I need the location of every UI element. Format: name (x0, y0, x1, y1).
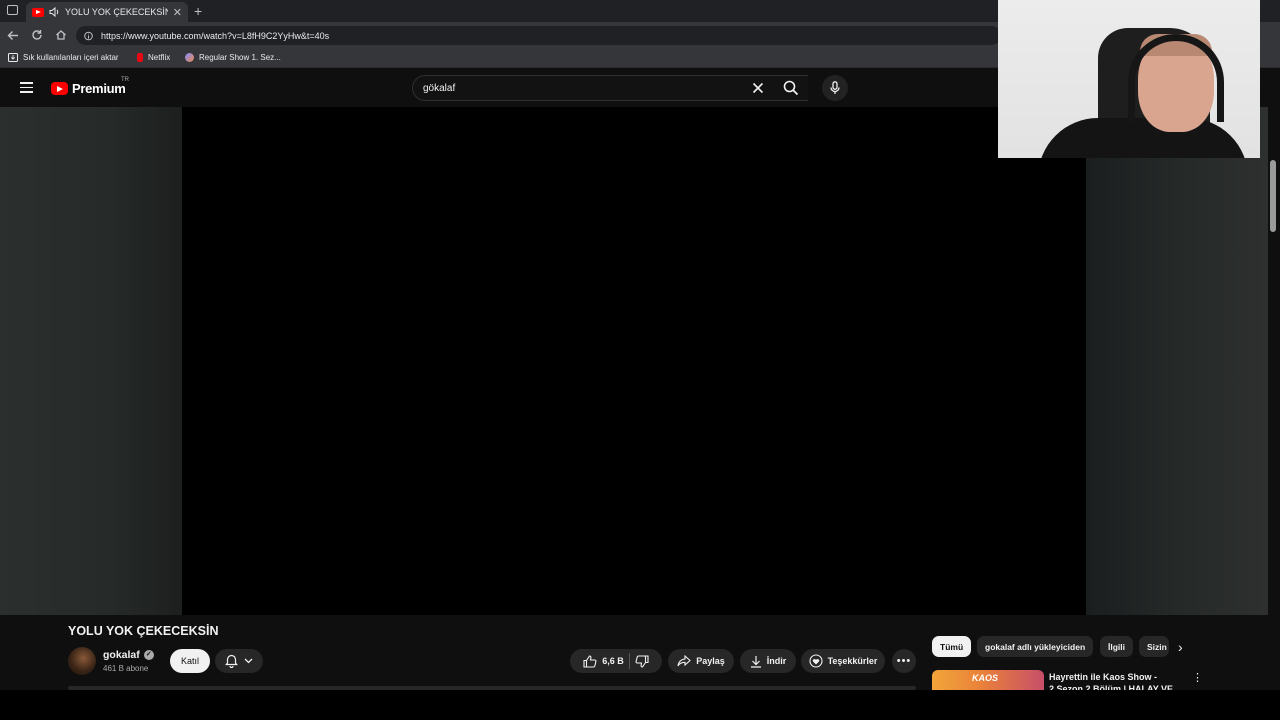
screen-bottom-edge (0, 690, 1280, 720)
bookmark-regular-show[interactable]: Regular Show 1. Sez... (185, 53, 281, 62)
search-icon (783, 80, 799, 96)
search-button[interactable] (772, 75, 810, 101)
site-icon (185, 53, 194, 62)
thumbs-up-icon (583, 654, 597, 668)
reload-icon[interactable] (31, 29, 43, 41)
channel-name-text[interactable]: gokalaf (103, 649, 140, 661)
share-button[interactable]: Paylaş (668, 649, 734, 673)
microphone-icon (830, 81, 840, 94)
divider (628, 653, 630, 669)
netflix-icon (137, 53, 143, 62)
join-button[interactable]: Katıl (170, 649, 210, 673)
site-info-icon[interactable] (84, 31, 93, 41)
chip-all[interactable]: Tümü (932, 636, 972, 657)
thanks-button[interactable]: Teşekkürler (801, 649, 885, 673)
video-title: YOLU YOK ÇEKECEKSİN (68, 624, 219, 638)
bell-icon (225, 654, 238, 668)
address-bar[interactable]: https://www.youtube.com/watch?v=L8fH9C2Y… (76, 26, 1001, 45)
channel-name[interactable]: gokalaf ✓ (103, 649, 154, 661)
new-tab-button[interactable]: + (194, 3, 202, 19)
like-count: 6,6 B (602, 656, 624, 666)
youtube-play-icon (51, 82, 68, 95)
menu-icon[interactable] (20, 82, 33, 93)
search-input[interactable]: gökalaf (412, 75, 808, 101)
bookmark-label: Sık kullanılanları içeri aktar (23, 53, 119, 62)
thanks-label: Teşekkürler (827, 656, 878, 666)
browser-tab-active[interactable]: YOLU YOK ÇEKECEKSİN - Yo ✕ (26, 2, 188, 22)
search-query[interactable]: gökalaf (423, 83, 455, 94)
verified-badge-icon: ✓ (143, 650, 154, 660)
tab-overview-icon[interactable] (7, 5, 18, 15)
home-icon[interactable] (55, 29, 67, 41)
chip-related[interactable]: İlgili (1100, 636, 1133, 657)
thumbnail-text: KAOS (972, 673, 999, 683)
tab-title: YOLU YOK ÇEKECEKSİN - Yo (65, 7, 168, 17)
bookmark-label: Regular Show 1. Sez... (199, 53, 281, 62)
webcam-overlay (998, 0, 1260, 158)
like-button[interactable]: 6,6 B (583, 654, 624, 668)
share-arrow-icon (677, 655, 692, 667)
headset (1128, 34, 1224, 122)
youtube-premium-logo[interactable]: Premium TR (51, 77, 129, 96)
import-icon (8, 53, 18, 62)
share-label: Paylaş (696, 656, 725, 666)
chip-from-uploader[interactable]: gokalaf adlı yükleyiciden (977, 636, 1094, 657)
clear-search-icon[interactable] (752, 82, 764, 94)
speaker-icon[interactable] (49, 7, 60, 17)
scrollbar-thumb[interactable] (1270, 160, 1276, 232)
download-label: İndir (766, 656, 787, 666)
streamer-body (1038, 118, 1248, 158)
download-button[interactable]: İndir (740, 649, 796, 673)
tab-close-icon[interactable]: ✕ (173, 6, 182, 19)
address-url[interactable]: https://www.youtube.com/watch?v=L8fH9C2Y… (101, 31, 329, 41)
country-code: TR (121, 77, 129, 83)
ambient-backdrop-left (0, 107, 182, 615)
chevron-right-icon[interactable]: › (1178, 639, 1183, 655)
channel-avatar[interactable] (68, 647, 96, 675)
bookmark-label: Netflix (148, 53, 171, 62)
subscriber-count: 461 B abone (103, 664, 149, 673)
logo-text: Premium (72, 81, 126, 96)
bookmark-import[interactable]: Sık kullanılanları içeri aktar (8, 53, 119, 62)
ambient-backdrop-right (1086, 107, 1268, 615)
thumbs-down-icon[interactable] (635, 654, 649, 668)
recommendation-thumbnail[interactable]: KAOS (932, 670, 1044, 690)
super-thanks-icon (809, 654, 823, 668)
more-actions-button[interactable]: ••• (892, 649, 916, 673)
video-player[interactable] (182, 107, 1086, 615)
recommendation-menu-icon[interactable]: ⋮ (1192, 671, 1203, 684)
youtube-favicon-icon (32, 7, 44, 17)
bookmark-netflix[interactable]: Netflix (137, 53, 170, 62)
chip-for-you[interactable]: Sizin (1139, 636, 1169, 657)
like-dislike-group: 6,6 B (570, 649, 662, 673)
chevron-down-icon (244, 658, 253, 664)
voice-search-button[interactable] (822, 75, 848, 101)
back-arrow-icon[interactable] (7, 30, 19, 41)
download-icon (750, 655, 761, 668)
notifications-button[interactable] (215, 649, 263, 673)
